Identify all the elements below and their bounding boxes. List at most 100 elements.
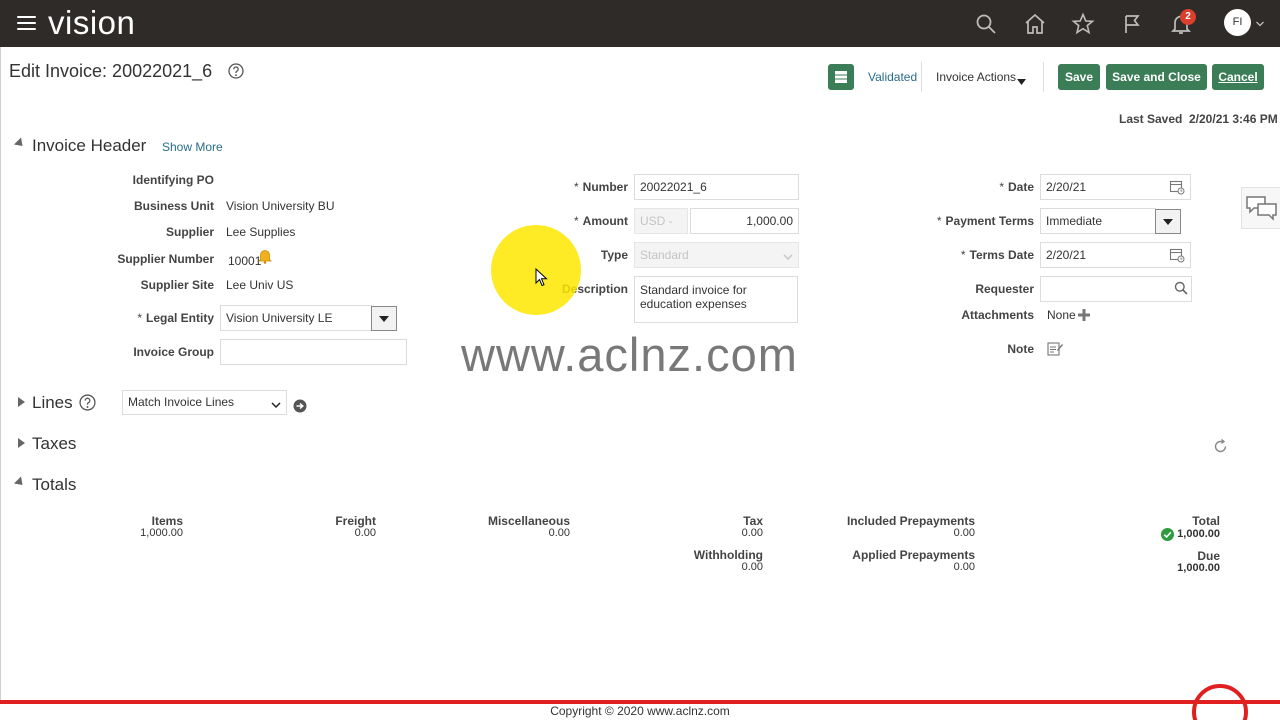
due-value: 1,000.00 (1177, 562, 1220, 574)
chat-bubbles-icon (1246, 196, 1277, 221)
freight-label: Freight (335, 514, 376, 528)
help-icon[interactable] (228, 63, 244, 79)
caret-down-icon[interactable] (1017, 74, 1026, 88)
legal-entity-input[interactable]: Vision University LE (220, 305, 372, 331)
cancel-button-label: Cancel (1218, 70, 1258, 84)
freight-value: 0.00 (354, 527, 376, 539)
lines-section-title[interactable]: Lines (32, 393, 73, 413)
tax-label: Tax (743, 514, 763, 528)
caret-down-icon (379, 316, 389, 322)
help-icon[interactable] (79, 394, 96, 414)
payment-terms-input[interactable]: Immediate (1040, 208, 1156, 234)
number-label: * Number (500, 180, 628, 194)
match-lines-select[interactable]: Match Invoice Lines (122, 390, 287, 415)
business-unit-value: Vision University BU (226, 199, 335, 213)
payment-terms-dropdown-button[interactable] (1155, 209, 1181, 234)
total-label: Total (1192, 514, 1220, 528)
save-button-label: Save (1064, 70, 1094, 84)
go-arrow-icon[interactable] (293, 399, 307, 416)
date-label-text: Date (1007, 180, 1034, 194)
hamburger-menu-icon[interactable] (17, 15, 36, 31)
identifying-po-label: Identifying PO (132, 173, 214, 187)
required-asterisk: * (137, 311, 142, 325)
terms-date-label-text: Terms Date (969, 248, 1034, 262)
refresh-icon[interactable] (1213, 438, 1228, 457)
supplier-value: Lee Supplies (226, 225, 296, 239)
last-saved-value: 2/20/21 3:46 PM (1189, 112, 1278, 126)
items-total-value: 1,000.00 (140, 527, 183, 539)
home-icon[interactable] (1023, 12, 1047, 36)
payment-terms-label: * Payment Terms (900, 214, 1034, 228)
invoice-number-input[interactable]: 20022021_6 (634, 174, 799, 200)
validation-status-link[interactable]: Validated (868, 70, 917, 84)
search-icon[interactable] (974, 12, 998, 36)
payment-terms-label-text: Payment Terms (945, 214, 1034, 228)
miscellaneous-value: 0.00 (548, 527, 570, 539)
description-textarea[interactable]: Standard invoice for education expenses (634, 276, 798, 323)
invoice-group-input[interactable] (220, 339, 407, 365)
grid-icon (835, 71, 847, 83)
collapse-triangle-icon[interactable] (13, 137, 27, 150)
toolbar-divider (921, 62, 922, 92)
note-edit-icon[interactable] (1047, 341, 1063, 359)
tax-value: 0.00 (741, 527, 763, 539)
required-asterisk: * (573, 180, 579, 194)
withholding-label: Withholding (693, 548, 763, 562)
currency-select[interactable]: USD - (634, 208, 688, 234)
date-label: * Date (900, 180, 1034, 194)
last-saved-label: Last Saved (1119, 112, 1183, 126)
toolbar-divider (1043, 62, 1044, 92)
amount-label: * Amount (500, 214, 628, 228)
favorites-star-icon[interactable] (1071, 12, 1095, 36)
required-asterisk: * (936, 214, 942, 228)
cancel-button[interactable]: Cancel (1212, 64, 1264, 90)
requester-label: Requester (975, 282, 1034, 296)
type-select[interactable]: Standard (634, 242, 799, 268)
invoice-header-title[interactable]: Invoice Header (32, 136, 146, 156)
items-total-label: Items (151, 514, 183, 528)
applied-prepayments-value: 0.00 (953, 561, 975, 573)
search-icon[interactable] (1174, 281, 1188, 298)
amount-input[interactable]: 1,000.00 (690, 208, 799, 234)
included-prepayments-label: Included Prepayments (846, 514, 975, 528)
taxes-section-title[interactable]: Taxes (32, 434, 76, 454)
applied-prepayments-label: Applied Prepayments (852, 548, 975, 562)
invoice-actions-menu[interactable]: Invoice Actions (936, 70, 1016, 84)
legal-entity-dropdown-button[interactable] (371, 306, 397, 331)
table-view-button[interactable] (828, 64, 854, 90)
calendar-icon[interactable] (1169, 179, 1185, 198)
amount-label-text: Amount (582, 214, 628, 228)
watchlist-flag-icon[interactable] (1121, 12, 1145, 36)
expand-triangle-icon[interactable] (18, 397, 25, 407)
total-value: 1,000.00 (1177, 528, 1220, 540)
show-more-link[interactable]: Show More (162, 140, 223, 154)
save-and-close-button[interactable]: Save and Close (1106, 64, 1207, 90)
legal-entity-label-text: Legal Entity (145, 311, 214, 325)
attachments-value: None (1047, 308, 1076, 322)
collapse-triangle-icon[interactable] (13, 476, 27, 489)
chat-panel-tab[interactable] (1241, 187, 1280, 229)
expand-triangle-icon[interactable] (18, 438, 25, 448)
chevron-down-icon[interactable] (1255, 18, 1265, 28)
included-prepayments-value: 0.00 (953, 527, 975, 539)
required-asterisk: * (960, 248, 966, 262)
notification-count-badge: 2 (1180, 9, 1196, 25)
supplier-number-value: 10001 (228, 254, 262, 268)
watermark-text: www.aclnz.com (461, 328, 798, 381)
number-label-text: Number (582, 180, 628, 194)
save-button[interactable]: Save (1058, 64, 1100, 90)
note-label: Note (1007, 342, 1034, 356)
brand-logo[interactable]: vision (48, 3, 135, 43)
supplier-alert-bell-icon[interactable] (258, 248, 272, 267)
requester-input[interactable] (1040, 276, 1192, 302)
chevron-down-icon (271, 398, 281, 412)
supplier-number-label: Supplier Number (117, 252, 214, 266)
miscellaneous-label: Miscellaneous (487, 514, 570, 528)
user-avatar[interactable]: FI (1224, 9, 1251, 36)
copyright-text: Copyright © 2020 www.aclnz.com (550, 704, 730, 718)
invoice-group-label: Invoice Group (133, 345, 214, 359)
add-attachment-plus-icon[interactable] (1077, 308, 1091, 325)
totals-section-title[interactable]: Totals (32, 475, 76, 495)
required-asterisk: * (999, 180, 1004, 194)
calendar-icon[interactable] (1169, 247, 1185, 266)
